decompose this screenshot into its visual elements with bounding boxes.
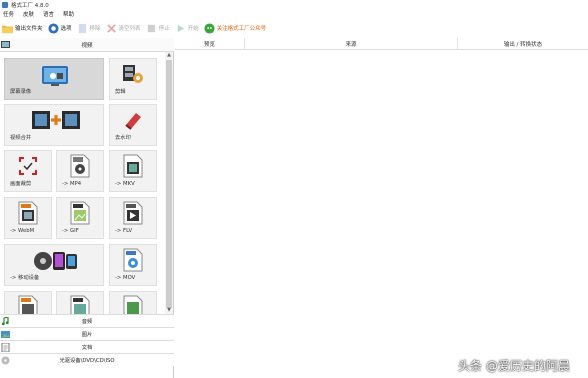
flv-icon [123, 201, 143, 225]
tile-clip[interactable]: 剪辑 [109, 58, 157, 100]
tile-grid: 屏幕录像 剪辑 视频合并 去水印 画面裁剪 -> MP4 -> MKV -> W… [0, 52, 165, 314]
tile-to-mp4[interactable]: -> MP4 [56, 150, 104, 192]
menu-language[interactable]: 语言 [43, 10, 54, 18]
tile-format-b[interactable] [56, 291, 104, 314]
format-icon-a [18, 295, 38, 314]
task-list: 预览 来源 输出 / 转换状态 [175, 38, 588, 378]
tile-to-mobile-device[interactable]: -> 移动设备 [4, 244, 104, 286]
webm-icon [18, 201, 38, 225]
picture-icon [1, 331, 10, 338]
folder-icon [2, 25, 13, 33]
output-folder-button[interactable]: 输出文件夹 [2, 20, 43, 36]
category-image[interactable]: 图片 [0, 327, 174, 340]
tile-scrollbar[interactable]: ▲ ▼ [165, 52, 173, 314]
category-document[interactable]: 文档 [0, 340, 174, 353]
tile-remove-watermark[interactable]: 去水印 [109, 104, 157, 146]
screen-record-icon [42, 66, 68, 86]
tile-crop[interactable]: 画面裁剪 [4, 150, 52, 192]
mp4-icon [70, 154, 90, 178]
wechat-icon [204, 22, 215, 34]
remove-icon [78, 23, 86, 33]
title-bar: 格式工厂 4.8.0 [0, 0, 588, 9]
document-icon [1, 343, 10, 352]
start-icon [177, 24, 184, 32]
start-button[interactable]: 开始 [175, 20, 199, 36]
mobile-device-icon [34, 252, 77, 270]
remove-button[interactable]: 移除 [77, 20, 101, 36]
disc-icon [1, 356, 10, 365]
video-category-icon [1, 41, 10, 48]
window-title: 格式工厂 4.8.0 [11, 2, 49, 9]
task-list-header: 预览 来源 输出 / 转换状态 [175, 38, 588, 50]
clear-icon [106, 23, 116, 33]
function-panel: 视频 屏幕录像 剪辑 视频合并 去水印 画面裁剪 -> MP4 -> MKV -… [0, 38, 174, 378]
wechat-follow-button[interactable]: 关注格式工厂公众号 [204, 20, 266, 36]
category-disc[interactable]: 光驱设备\DVD\CD\ISO [0, 353, 174, 366]
watermark: 头条 @爱历史的阿晨 [458, 359, 570, 373]
menu-bar: 任务 皮肤 语言 帮助 [0, 9, 588, 18]
mov-icon [123, 248, 143, 272]
column-source[interactable]: 来源 [245, 38, 458, 49]
stop-icon [147, 24, 155, 32]
format-icon-b [70, 295, 90, 314]
tile-to-mkv[interactable]: -> MKV [109, 150, 157, 192]
tile-format-a[interactable] [4, 291, 52, 314]
options-button[interactable]: 选项 [47, 20, 72, 36]
category-audio[interactable]: 音频 [0, 314, 174, 327]
tile-video-merge[interactable]: 视频合并 [4, 104, 104, 146]
menu-skin[interactable]: 皮肤 [23, 10, 34, 18]
film-edit-icon [123, 65, 143, 83]
tile-format-c[interactable] [109, 291, 157, 314]
menu-task[interactable]: 任务 [3, 10, 14, 18]
tile-to-webm[interactable]: -> WebM [4, 197, 52, 239]
scroll-thumb[interactable] [166, 60, 172, 308]
column-output-status[interactable]: 输出 / 转换状态 [458, 38, 588, 49]
clear-list-button[interactable]: 清空列表 [106, 20, 141, 36]
column-preview[interactable]: 预览 [175, 38, 245, 49]
app-icon [2, 1, 8, 8]
video-merge-icon [32, 111, 80, 129]
scroll-down-icon[interactable]: ▼ [165, 307, 173, 314]
tile-screen-record[interactable]: 屏幕录像 [4, 58, 104, 100]
stop-button[interactable]: 停止 [146, 20, 170, 36]
tile-to-mov[interactable]: -> MOV [109, 244, 157, 286]
mkv-icon [123, 154, 143, 178]
options-icon [47, 22, 59, 34]
format-icon-c [123, 295, 143, 314]
video-category-header[interactable]: 视频 [0, 38, 174, 52]
crop-icon [19, 157, 37, 175]
eraser-icon [125, 113, 141, 130]
scroll-up-icon[interactable]: ▲ [165, 52, 173, 59]
music-note-icon [1, 317, 9, 326]
tile-to-flv[interactable]: -> FLV [109, 197, 157, 239]
gif-icon [70, 201, 90, 225]
tile-to-gif[interactable]: -> GIF [56, 197, 104, 239]
toolbar: 输出文件夹 选项 移除 清空列表 停止 开始 关注格式工厂公众号 [0, 18, 588, 38]
menu-help[interactable]: 帮助 [63, 10, 74, 18]
